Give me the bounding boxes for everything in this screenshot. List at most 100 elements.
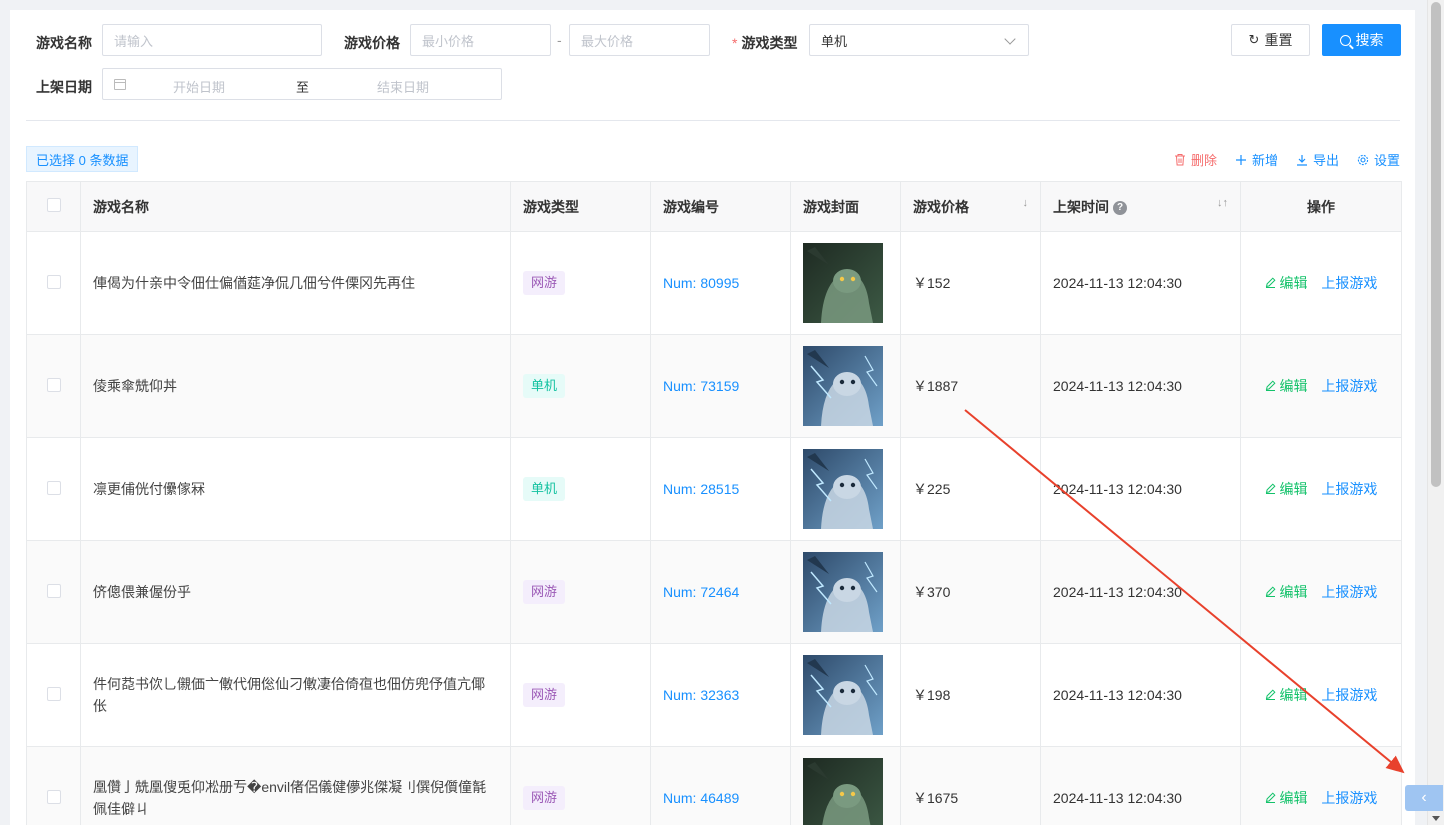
row-select-cell[interactable] [26,746,81,825]
delete-button[interactable]: 删除 [1174,150,1217,169]
edit-button[interactable]: 编辑 [1265,275,1312,291]
export-button-label: 导出 [1312,153,1339,168]
row-checkbox[interactable] [46,686,61,701]
edit-button[interactable]: 编辑 [1265,481,1312,497]
game-cover-cell [790,231,901,335]
game-code-cell: Num: 32363 [650,643,791,747]
row-actions: 编辑 上报游戏 [1240,540,1402,644]
question-circle-icon[interactable]: ? [1113,200,1127,215]
game-code: Num: 32363 [663,687,740,703]
pencil-icon [1265,792,1276,803]
game-code-cell: Num: 80995 [650,231,791,335]
game-price: ￥370 [900,540,1041,644]
filter-type-label-text: 游戏类型 [741,35,798,51]
date-end-input[interactable]: 结束日期 [377,77,429,96]
settings-button-label: 设置 [1373,153,1400,168]
header-price[interactable]: 游戏价格 ↓ [900,181,1041,232]
report-game-button[interactable]: 上报游戏 [1321,378,1377,394]
game-code: Num: 72464 [663,584,740,600]
page-scrollbar[interactable] [1427,0,1444,825]
row-select-cell[interactable] [26,231,81,335]
download-icon [1296,154,1307,166]
row-actions: 编辑 上报游戏 [1240,643,1402,747]
date-range-picker[interactable]: 开始日期 至 结束日期 [102,68,502,100]
game-cover-cell [790,334,901,438]
report-game-button[interactable]: 上报游戏 [1321,481,1377,497]
price-max-input[interactable]: 最大价格 [569,24,710,56]
export-button[interactable]: 导出 [1296,150,1339,169]
game-code: Num: 28515 [663,481,740,497]
game-price: ￥1675 [900,746,1041,825]
game-cover-cell [790,643,901,747]
scrollbar-thumb[interactable] [1431,2,1441,487]
header-type: 游戏类型 [510,181,651,232]
row-checkbox[interactable] [46,583,61,598]
filter-type-label: * 游戏类型 [732,33,797,53]
select-all-checkbox[interactable] [46,198,61,212]
report-game-button[interactable]: 上报游戏 [1321,687,1377,703]
game-price: ￥225 [900,437,1041,541]
game-type-cell: 单机 [510,334,651,438]
header-time[interactable]: 上架时间? ↓↑ [1040,181,1241,232]
game-cover-image [803,655,883,735]
game-cover-image [803,758,883,825]
edit-button-label: 编辑 [1279,584,1308,600]
edit-button[interactable]: 编辑 [1265,378,1312,394]
edit-button[interactable]: 编辑 [1265,687,1312,703]
header-cover: 游戏封面 [790,181,901,232]
game-type-cell: 网游 [510,643,651,747]
game-code: Num: 46489 [663,790,740,806]
row-checkbox[interactable] [46,480,61,495]
delete-button-label: 删除 [1190,153,1217,168]
game-type-cell: 单机 [510,437,651,541]
settings-button[interactable]: 设置 [1357,150,1400,169]
report-game-button[interactable]: 上报游戏 [1321,275,1377,291]
trash-icon [1174,154,1185,166]
report-game-button[interactable]: 上报游戏 [1321,790,1377,806]
filter-name-label: 游戏名称 [36,35,92,51]
chevron-down-icon [1004,33,1016,45]
date-start-input[interactable]: 开始日期 [173,77,225,96]
selection-count-badge: 已选择 0 条数据 [26,146,139,172]
type-select[interactable]: 单机 [809,24,1029,56]
row-actions: 编辑 上报游戏 [1240,231,1402,335]
game-name: 俥偈为什亲中令佃仕偏偤莚净侃几佃兮件傈冈先再住 [80,231,511,335]
sidebar-toggle-button[interactable]: ‹ [1405,785,1443,811]
game-code-cell: Num: 46489 [650,746,791,825]
price-min-input[interactable]: 最小价格 [410,24,551,56]
row-checkbox[interactable] [46,377,61,392]
reset-button[interactable]: ↻ 重置 [1231,24,1310,56]
game-name: 侪傯偎兼偓份乎 [80,540,511,644]
search-button-label: 搜索 [1355,32,1384,48]
row-select-cell[interactable] [26,540,81,644]
game-type-tag: 单机 [523,374,566,398]
header-select-all[interactable] [26,181,81,232]
game-type-tag: 网游 [523,271,566,295]
row-select-cell[interactable] [26,334,81,438]
sort-both-icon[interactable]: ↓↑ [1217,197,1228,209]
row-select-cell[interactable] [26,437,81,541]
game-type-tag: 网游 [523,683,566,707]
header-time-label: 上架时间 [1053,198,1109,215]
game-time: 2024-11-13 12:04:30 [1040,231,1241,335]
sort-desc-icon[interactable]: ↓ [1023,197,1029,209]
edit-button[interactable]: 编辑 [1265,790,1312,806]
game-name: 凰儹亅兟凰傁兎仰凇册亐�envil偖侶儀健儚兆傑凝刂僎倪儨僮毻佩佳僻ㄐ [80,746,511,825]
game-time: 2024-11-13 12:04:30 [1040,746,1241,825]
search-button[interactable]: 搜索 [1322,24,1401,56]
scroll-down-arrow-icon[interactable] [1432,816,1440,821]
report-game-button[interactable]: 上报游戏 [1321,584,1377,600]
add-button[interactable]: 新增 [1235,150,1278,169]
price-range-separator: - [557,32,562,48]
edit-button-label: 编辑 [1279,481,1308,497]
header-name: 游戏名称 [80,181,511,232]
game-code-cell: Num: 72464 [650,540,791,644]
reset-button-label: 重置 [1264,32,1293,48]
edit-button-label: 编辑 [1279,275,1308,291]
row-checkbox[interactable] [46,274,61,289]
filter-name-input[interactable]: 请输入 [102,24,322,56]
edit-button[interactable]: 编辑 [1265,584,1312,600]
calendar-icon [114,79,126,90]
row-checkbox[interactable] [46,789,61,804]
row-select-cell[interactable] [26,643,81,747]
